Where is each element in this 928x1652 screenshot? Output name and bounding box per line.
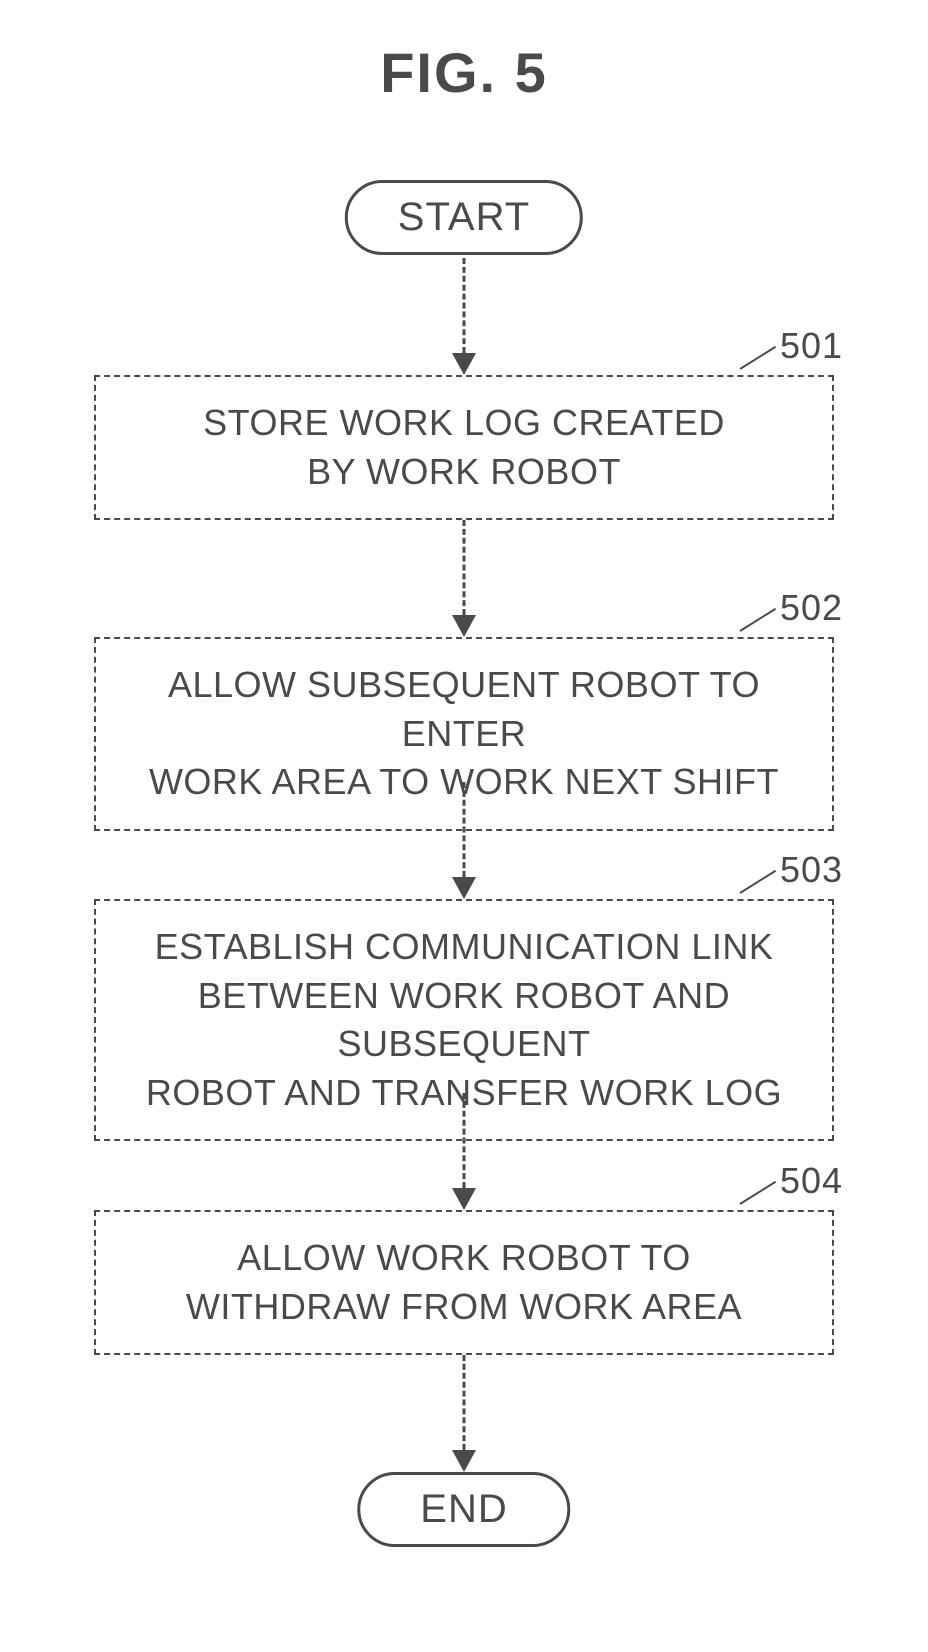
step-label-503: 503 [780, 849, 843, 891]
process-text-501: STORE WORK LOG CREATED BY WORK ROBOT [203, 402, 725, 492]
process-box-501: STORE WORK LOG CREATED BY WORK ROBOT [94, 375, 834, 520]
arrow-line-1 [463, 258, 466, 353]
leader-line-503 [739, 870, 776, 894]
leader-line-501 [739, 346, 776, 370]
leader-line-502 [739, 608, 776, 632]
process-text-503: ESTABLISH COMMUNICATION LINK BETWEEN WOR… [146, 926, 782, 1113]
step-label-502: 502 [780, 587, 843, 629]
leader-line-504 [739, 1181, 776, 1205]
step-label-504: 504 [780, 1160, 843, 1202]
arrow-line-5 [463, 1355, 466, 1450]
arrow-head-5 [452, 1450, 476, 1472]
arrow-head-1 [452, 353, 476, 375]
arrow-line-4 [463, 1093, 466, 1188]
start-terminal: START [345, 180, 583, 255]
arrow-line-2 [463, 520, 466, 615]
arrow-head-2 [452, 615, 476, 637]
arrow-head-4 [452, 1188, 476, 1210]
process-box-504: ALLOW WORK ROBOT TO WITHDRAW FROM WORK A… [94, 1210, 834, 1355]
process-text-504: ALLOW WORK ROBOT TO WITHDRAW FROM WORK A… [186, 1237, 742, 1327]
arrow-line-3 [463, 782, 466, 877]
step-label-501: 501 [780, 325, 843, 367]
arrow-head-3 [452, 877, 476, 899]
figure-title: FIG. 5 [380, 40, 548, 105]
end-terminal: END [357, 1472, 570, 1547]
